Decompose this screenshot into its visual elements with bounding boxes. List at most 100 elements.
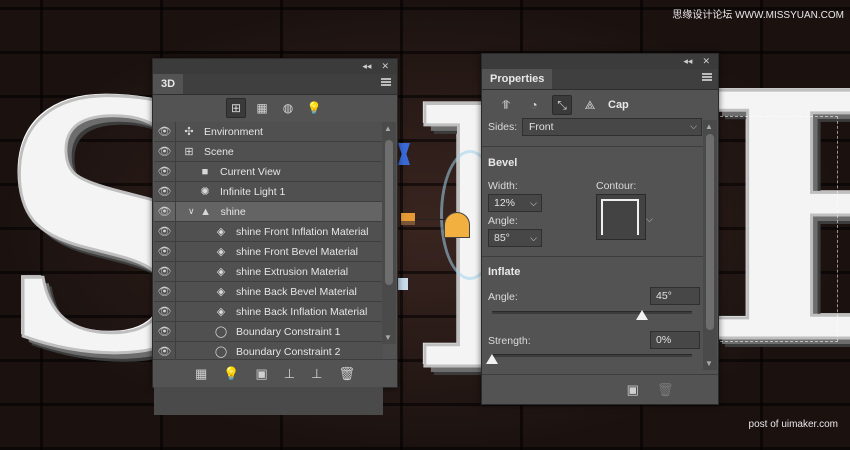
scrollbar-thumb[interactable] [706,134,714,330]
row-type-icon: ⊞ [184,146,194,158]
scroll-up-icon[interactable]: ▲ [705,122,713,131]
sides-dropdown[interactable]: Front ⌵ [522,118,702,136]
add-mesh-icon[interactable]: ▦ [195,366,207,382]
add-light-icon[interactable]: 💡 [223,366,239,382]
contour-label: Contour: [596,180,637,192]
visibility-eye-icon[interactable]: 👁 [154,222,176,241]
list-item-label: Boundary Constraint 2 [236,345,341,358]
list-item[interactable]: 👁 ◈ shine Back Bevel Material [154,282,383,302]
strength-value: 0% [656,334,672,346]
visibility-eye-icon[interactable]: 👁 [154,142,176,161]
list-item[interactable]: 👁 ✣ Environment [154,122,383,142]
scroll-down-icon[interactable]: ▼ [384,333,392,342]
list-item[interactable]: 👁 ◯ Boundary Constraint 1 [154,322,383,342]
contour-preview[interactable] [596,194,646,240]
list-item[interactable]: 👁 ⊞ Scene [154,142,383,162]
panel-3d-bottom-toolbar: ▦ 💡 ▣ ⊥ ⊥ 🗑 [153,359,397,387]
divider [482,256,704,257]
expand-toggle-icon[interactable]: ∨ [188,206,195,217]
panel-menu-icon[interactable] [702,73,712,81]
properties-scrollbar[interactable]: ▲ ▼ [703,120,717,370]
width-field[interactable]: 12% ⌵ [488,194,542,212]
strength-label: Strength: [488,335,531,347]
materials-icon[interactable]: ◍ [278,98,298,118]
inflate-angle-field[interactable]: 45° [650,287,700,305]
row-type-icon: ✺ [200,186,210,198]
chevron-down-icon[interactable]: ⌵ [530,233,537,244]
list-item[interactable]: 👁 ✺ Infinite Light 1 [154,182,383,202]
strength-slider[interactable] [492,354,692,357]
panel-menu-icon[interactable] [381,78,391,86]
close-icon[interactable]: ✕ [381,61,389,72]
row-type-icon: ◈ [216,266,226,278]
gizmo-cap-handle[interactable] [444,212,470,238]
list-item[interactable]: 👁 ◈ shine Front Inflation Material [154,222,383,242]
inflate-angle-value: 45° [656,290,672,302]
list-item[interactable]: 👁 ◈ shine Back Inflation Material [154,302,383,322]
tab-3d[interactable]: 3D [153,74,184,94]
collapse-icon[interactable]: ◂◂ [362,61,371,72]
document-canvas[interactable]: S I E 思缘设计论坛 WWW.MISSYUAN.COM post of ui… [0,0,850,450]
scroll-down-icon[interactable]: ▼ [705,359,713,368]
drop-to-ground-icon[interactable]: ⊥ [284,366,295,382]
list-item-label: shine [220,205,246,218]
chevron-down-icon[interactable]: ⌵ [646,214,653,225]
scrollbar-thumb[interactable] [385,140,393,285]
visibility-eye-icon[interactable]: 👁 [154,122,176,141]
scene-list-scrollbar[interactable]: ▲ ▼ [382,122,396,344]
deform-icon[interactable]: ◔ [524,95,544,115]
scroll-up-icon[interactable]: ▲ [384,124,392,133]
cap-icon[interactable]: ⤡ [552,95,572,115]
visibility-eye-icon[interactable]: 👁 [154,162,176,181]
chevron-down-icon: ⌵ [690,121,697,131]
list-item-label: shine Front Bevel Material [236,245,358,258]
inflate-angle-slider-thumb[interactable] [636,310,648,320]
constraint-icon[interactable]: ⊥ [311,366,322,382]
row-type-icon: ◈ [216,226,226,238]
row-type-icon: ◈ [216,246,226,258]
list-item[interactable]: 👁 ■ Current View [154,162,383,182]
gizmo-cube-handle[interactable] [398,278,408,290]
strength-slider-thumb[interactable] [486,354,498,364]
row-type-icon: ✣ [184,126,194,138]
close-icon[interactable]: ✕ [702,56,710,67]
panel-3d: ◂◂ ✕ 3D ⊞ ▦ ◍ 💡 👁 ✣ Environment 👁 ⊞ Scene 👁 ■ Curre… [152,58,398,415]
properties-topbar: ◂◂ ✕ [482,54,718,69]
cap-label: Cap [608,99,629,111]
visibility-eye-icon[interactable]: 👁 [154,282,176,301]
inflate-angle-slider[interactable] [492,311,692,314]
visibility-eye-icon[interactable]: 👁 [154,242,176,261]
strength-field[interactable]: 0% [650,331,700,349]
render-icon[interactable]: ▣ [627,382,639,398]
collapse-icon[interactable]: ◂◂ [683,56,692,67]
list-item[interactable]: 👁 ◈ shine Extrusion Material [154,262,383,282]
render-icon[interactable]: ▣ [256,366,268,382]
visibility-eye-icon[interactable]: 👁 [154,322,176,341]
mesh-icon[interactable]: ⥣ [496,95,516,115]
visibility-eye-icon[interactable]: 👁 [154,202,176,221]
visibility-eye-icon[interactable]: 👁 [154,182,176,201]
angle-field[interactable]: 85° ⌵ [488,229,542,247]
chevron-down-icon[interactable]: ⌵ [530,198,537,209]
list-item-label: shine Back Bevel Material [236,285,357,298]
panel-properties: ◂◂ ✕ Properties ⥣ ◔ ⤡ ⟁ Cap Sides: Front… [481,53,719,405]
watermark-bottom: post of uimaker.com [748,419,838,430]
whole-scene-icon[interactable]: ⊞ [226,98,246,118]
list-item[interactable]: 👁 ◈ shine Front Bevel Material [154,242,383,262]
lights-icon[interactable]: 💡 [304,98,324,118]
coordinates-icon[interactable]: ⟁ [580,95,600,115]
trash-icon[interactable]: 🗑 [338,366,355,382]
visibility-eye-icon[interactable]: 👁 [154,262,176,281]
gizmo-orange-handle[interactable] [401,213,415,225]
angle-value: 85° [494,232,510,244]
inflate-heading: Inflate [488,266,521,278]
list-item-label: Infinite Light 1 [220,185,286,198]
list-item[interactable]: 👁 ∨ ▲ shine [154,202,383,222]
visibility-eye-icon[interactable]: 👁 [154,302,176,321]
tab-properties[interactable]: Properties [482,69,553,89]
sides-row: Sides: Front ⌵ [488,118,706,136]
panel-3d-topbar: ◂◂ ✕ [153,59,397,74]
panel-3d-toolbar: ⊞ ▦ ◍ 💡 [153,95,397,121]
trash-icon[interactable]: 🗑 [657,382,674,398]
meshes-icon[interactable]: ▦ [252,98,272,118]
